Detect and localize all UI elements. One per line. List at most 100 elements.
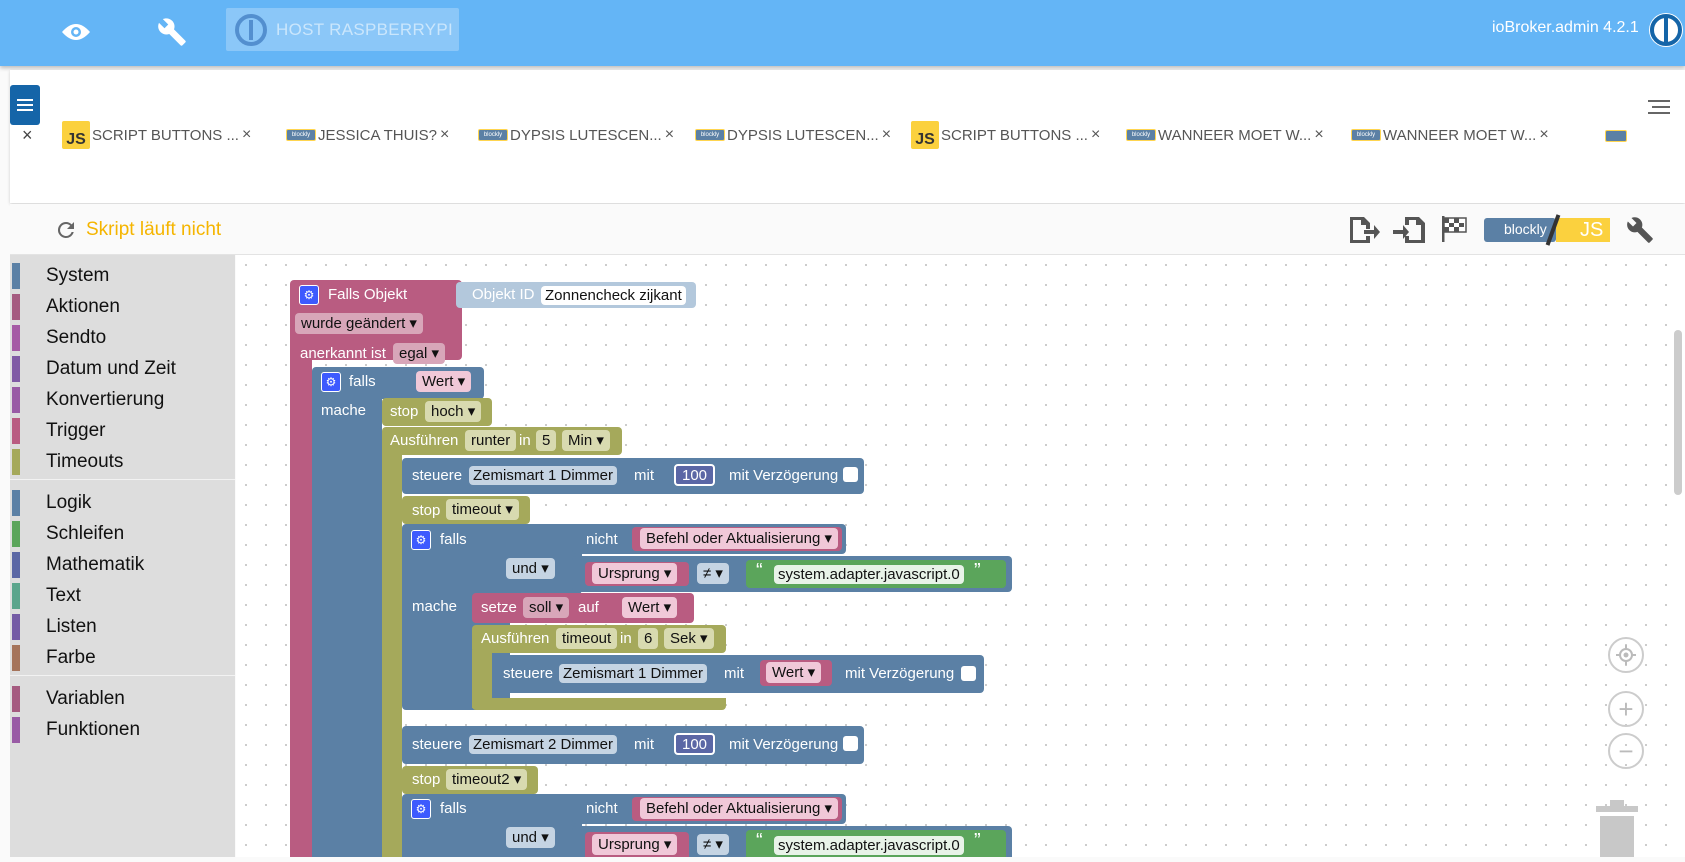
value-dropdown[interactable]: Wert ▾ xyxy=(622,597,678,618)
iobroker-logo-icon[interactable] xyxy=(1646,10,1685,55)
number-field[interactable]: 100 xyxy=(674,733,716,755)
blockly-icon: blockly xyxy=(286,129,316,141)
ack-dropdown[interactable]: egal ▾ xyxy=(393,343,446,364)
close-icon[interactable]: × xyxy=(882,126,891,144)
operator-dropdown[interactable]: ≠ ▾ xyxy=(697,834,729,855)
trigger-type-dropdown[interactable]: wurde geändert ▾ xyxy=(295,313,423,334)
and-dropdown[interactable]: und ▾ xyxy=(506,558,555,579)
not-label: nicht xyxy=(586,531,618,548)
category-variablen[interactable]: Variablen xyxy=(12,685,125,713)
category-system[interactable]: System xyxy=(12,262,109,290)
wrench-icon[interactable] xyxy=(150,10,194,54)
trigger-info-dropdown[interactable]: Befehl oder Aktualisierung ▾ xyxy=(640,528,838,549)
delay-field[interactable]: 5 xyxy=(536,430,557,451)
timer-dropdown[interactable]: hoch ▾ xyxy=(425,401,482,422)
script-tab[interactable]: blockly DYPSIS LUTESCEN... × xyxy=(478,120,674,150)
script-tab[interactable]: JS SCRIPT BUTTONS ... × xyxy=(62,120,251,150)
close-icon[interactable]: × xyxy=(665,126,674,144)
do-label: mache xyxy=(321,402,367,419)
refresh-icon[interactable] xyxy=(54,218,78,247)
control-label: steuere xyxy=(412,467,463,484)
run-timeout-body xyxy=(382,450,402,857)
wrench-icon[interactable] xyxy=(1626,216,1654,249)
gear-icon[interactable]: ⚙ xyxy=(299,285,319,305)
script-tab[interactable]: blockly WANNEER MOET W... × xyxy=(1351,120,1549,150)
and-value: und xyxy=(512,560,538,577)
operator-dropdown[interactable]: ≠ ▾ xyxy=(697,563,729,584)
category-farbe[interactable]: Farbe xyxy=(12,644,96,672)
close-all-tabs-icon[interactable]: × xyxy=(22,125,33,146)
origin-dropdown[interactable]: Ursprung ▾ xyxy=(592,563,678,584)
delay-checkbox[interactable] xyxy=(843,467,858,482)
blockly-js-toggle[interactable]: blockly JS xyxy=(1484,214,1610,246)
control-label: steuere xyxy=(503,665,554,682)
value-dropdown[interactable]: Wert ▾ xyxy=(416,371,472,392)
category-logik[interactable]: Logik xyxy=(12,489,91,517)
run-timeout-footer xyxy=(472,698,726,710)
unit-dropdown[interactable]: Min ▾ xyxy=(562,430,610,451)
delay-checkbox[interactable] xyxy=(843,736,858,751)
zoom-in-icon[interactable]: + xyxy=(1608,691,1644,727)
category-konvertierung[interactable]: Konvertierung xyxy=(12,386,164,414)
variable-dropdown[interactable]: soll ▾ xyxy=(523,597,570,618)
close-icon[interactable]: × xyxy=(1091,126,1100,144)
tab-label: SCRIPT BUTTONS ... xyxy=(92,126,239,144)
timer-dropdown[interactable]: timeout2 ▾ xyxy=(446,769,528,790)
script-tab[interactable]: JS SCRIPT BUTTONS ... × xyxy=(911,120,1100,150)
timer-name-field[interactable]: timeout xyxy=(556,628,618,649)
category-label: Text xyxy=(46,585,81,606)
workspace-scrollbar[interactable] xyxy=(1674,330,1682,495)
category-datum-und-zeit[interactable]: Datum und Zeit xyxy=(12,355,176,383)
on-label: auf xyxy=(578,599,599,616)
object-id-field[interactable]: Zonnencheck zijkant xyxy=(541,286,686,305)
value-dropdown[interactable]: Wert ▾ xyxy=(766,662,822,683)
category-funktionen[interactable]: Funktionen xyxy=(12,716,140,744)
and-dropdown[interactable]: und ▾ xyxy=(506,827,555,848)
delay-field[interactable]: 6 xyxy=(638,628,659,649)
category-schleifen[interactable]: Schleifen xyxy=(12,520,124,548)
category-trigger[interactable]: Trigger xyxy=(12,417,105,445)
origin-dropdown[interactable]: Ursprung ▾ xyxy=(592,834,678,855)
blockly-icon: blockly xyxy=(1351,129,1381,141)
category-timeouts[interactable]: Timeouts xyxy=(12,448,123,476)
unit-dropdown[interactable]: Sek ▾ xyxy=(664,628,714,649)
device-field[interactable]: Zemismart 1 Dimmer xyxy=(469,466,618,485)
trigger-info-dropdown[interactable]: Befehl oder Aktualisierung ▾ xyxy=(640,798,838,819)
gear-icon[interactable]: ⚙ xyxy=(321,372,341,392)
checkered-flag-icon[interactable] xyxy=(1440,214,1470,249)
category-label: Funktionen xyxy=(46,719,141,740)
category-text[interactable]: Text xyxy=(12,582,81,610)
text-field[interactable]: system.adapter.javascript.0 xyxy=(774,565,964,584)
timer-name-field[interactable]: runter xyxy=(465,430,517,451)
host-label: HOST RASPBERRYPI xyxy=(276,20,454,39)
zoom-out-icon[interactable]: − xyxy=(1608,733,1644,769)
close-icon[interactable]: × xyxy=(1539,126,1548,144)
timer-dropdown[interactable]: timeout ▾ xyxy=(446,499,519,520)
recenter-icon[interactable] xyxy=(1608,637,1644,673)
close-icon[interactable]: × xyxy=(242,126,251,144)
gear-icon[interactable]: ⚙ xyxy=(411,530,431,550)
delay-checkbox[interactable] xyxy=(961,666,976,681)
category-label: Mathematik xyxy=(46,554,145,575)
category-aktionen[interactable]: Aktionen xyxy=(12,293,120,321)
category-listen[interactable]: Listen xyxy=(12,613,97,641)
close-icon[interactable]: × xyxy=(440,126,449,144)
import-icon[interactable] xyxy=(1393,215,1425,250)
tab-label: WANNEER MOET W... xyxy=(1158,126,1312,144)
text-field[interactable]: system.adapter.javascript.0 xyxy=(774,836,964,855)
eye-icon[interactable] xyxy=(54,10,98,54)
close-icon[interactable]: × xyxy=(1314,126,1323,144)
category-sendto[interactable]: Sendto xyxy=(12,324,106,352)
script-tab[interactable]: blockly JESSICA THUIS? × xyxy=(286,120,449,150)
gear-icon[interactable]: ⚙ xyxy=(411,799,431,819)
script-tab[interactable]: blockly DYPSIS LUTESCEN... × xyxy=(695,120,891,150)
script-tab[interactable]: blockly WANNEER MOET W... × xyxy=(1126,120,1324,150)
tabs-menu-icon[interactable] xyxy=(1648,100,1670,119)
number-field[interactable]: 100 xyxy=(674,464,716,486)
category-mathematik[interactable]: Mathematik xyxy=(12,551,144,579)
export-icon[interactable] xyxy=(1348,215,1380,250)
device-field[interactable]: Zemismart 2 Dimmer xyxy=(469,735,618,754)
device-field[interactable]: Zemismart 1 Dimmer xyxy=(559,664,708,683)
menu-toggle-button[interactable] xyxy=(10,85,40,125)
trash-icon[interactable] xyxy=(1592,800,1642,862)
